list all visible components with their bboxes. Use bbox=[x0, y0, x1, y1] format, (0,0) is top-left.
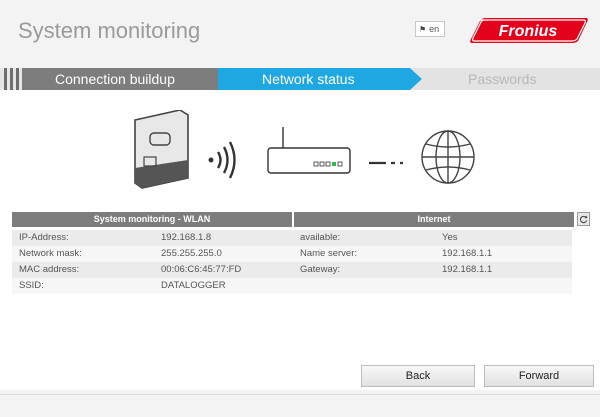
value-network-mask: 255.255.255.0 bbox=[161, 248, 222, 259]
back-button[interactable]: Back bbox=[361, 365, 475, 387]
header: System monitoring ⚑ en Fronius bbox=[0, 0, 600, 62]
flag-icon: ⚑ bbox=[419, 24, 427, 34]
value-mac-address: 00:06:C6:45:77:FD bbox=[161, 264, 242, 275]
wizard-stepper: Connection buildup Network status Passwo… bbox=[0, 68, 600, 90]
brand-text: Fronius bbox=[499, 23, 558, 40]
forward-button[interactable]: Forward bbox=[484, 365, 594, 387]
value-available: Yes bbox=[442, 232, 458, 243]
wlan-header: System monitoring - WLAN bbox=[12, 212, 292, 227]
fronius-logo: Fronius bbox=[470, 18, 588, 43]
footer-divider bbox=[0, 394, 600, 395]
value-ssid: DATALOGGER bbox=[161, 280, 226, 291]
label-available: available: bbox=[300, 232, 341, 243]
refresh-icon bbox=[579, 214, 588, 223]
table-row: Network mask: 255.255.255.0 Name server:… bbox=[12, 246, 572, 262]
label-gateway: Gateway: bbox=[300, 264, 341, 275]
inverter-icon bbox=[134, 110, 189, 189]
step-passwords[interactable]: Passwords bbox=[468, 71, 536, 87]
label-network-mask: Network mask: bbox=[19, 248, 82, 259]
refresh-button[interactable] bbox=[577, 212, 590, 226]
label-ip-address: IP-Address: bbox=[19, 232, 69, 243]
label-ssid: SSID: bbox=[19, 280, 44, 291]
language-selector[interactable]: ⚑ en bbox=[415, 21, 445, 37]
value-name-server: 192.168.1.1 bbox=[442, 248, 493, 259]
router-icon bbox=[267, 127, 351, 174]
table-row: IP-Address: 192.168.1.8 available: Yes bbox=[12, 230, 572, 246]
value-gateway: 192.168.1.1 bbox=[442, 264, 493, 275]
label-name-server: Name server: bbox=[300, 248, 358, 259]
label-mac-address: MAC address: bbox=[19, 264, 80, 275]
globe-icon bbox=[421, 130, 475, 184]
internet-header: Internet bbox=[294, 212, 574, 227]
step-network-status[interactable]: Network status bbox=[262, 71, 355, 87]
network-diagram bbox=[134, 110, 475, 189]
step-connection-buildup[interactable]: Connection buildup bbox=[55, 71, 175, 87]
wifi-icon bbox=[208, 141, 236, 179]
page-title: System monitoring bbox=[18, 18, 201, 43]
table-row: SSID: DATALOGGER bbox=[12, 278, 572, 294]
value-ip-address: 192.168.1.8 bbox=[161, 232, 212, 243]
table-row: MAC address: 00:06:C6:45:77:FD Gateway: … bbox=[12, 262, 572, 278]
language-label: en bbox=[429, 24, 440, 34]
